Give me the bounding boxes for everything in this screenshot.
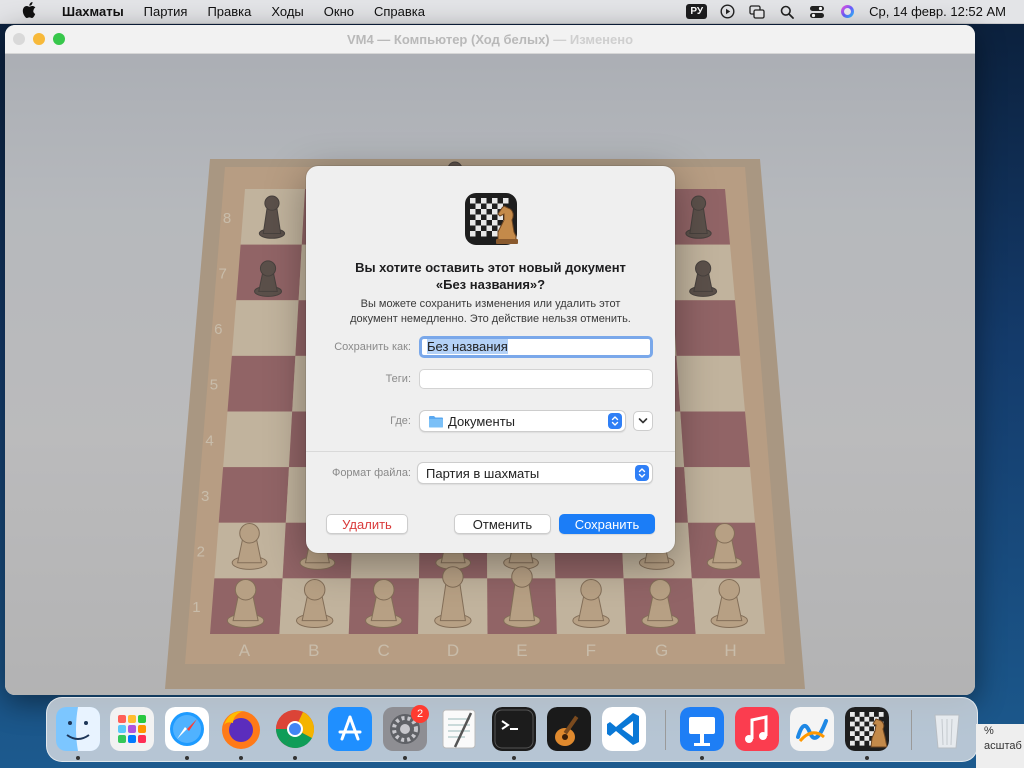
terminal-running-dot bbox=[512, 756, 516, 760]
menu-help[interactable]: Справка bbox=[364, 0, 435, 24]
tags-field[interactable] bbox=[419, 369, 653, 389]
dialog-title-line-2: «Без названия»? bbox=[435, 277, 546, 292]
expand-dialog-button[interactable] bbox=[633, 411, 653, 431]
keynote-icon[interactable] bbox=[680, 707, 724, 751]
dock: 2 bbox=[46, 697, 978, 762]
music-icon[interactable] bbox=[735, 707, 779, 751]
chrome-icon[interactable] bbox=[273, 707, 317, 751]
textedit-icon[interactable] bbox=[437, 707, 481, 751]
dock-separator bbox=[665, 710, 666, 750]
peek-line-2: асштаб bbox=[984, 740, 1022, 752]
menubar-clock[interactable]: Ср, 14 февр. 12:52 AM bbox=[869, 4, 1006, 19]
safari-running-dot bbox=[185, 756, 189, 760]
file-format-popup[interactable]: Партия в шахматы bbox=[417, 462, 653, 484]
window-title-edited: — Изменено bbox=[549, 31, 634, 47]
zoom-window-button[interactable] bbox=[53, 33, 65, 45]
where-popup[interactable]: Документы bbox=[419, 410, 626, 432]
menu-game[interactable]: Партия bbox=[134, 0, 198, 24]
firefox-running-dot bbox=[239, 756, 243, 760]
garageband-icon[interactable] bbox=[547, 707, 591, 751]
freeform-icon[interactable] bbox=[790, 707, 834, 751]
finder-icon[interactable] bbox=[56, 707, 100, 751]
input-source-indicator[interactable]: РУ bbox=[686, 4, 708, 19]
save-as-label: Сохранить как: bbox=[334, 341, 411, 353]
window-title: VM4 — Компьютер (Ход белых) — Изменено bbox=[347, 32, 633, 47]
screen-recording-icon[interactable] bbox=[719, 4, 735, 20]
keynote-running-dot bbox=[700, 756, 704, 760]
delete-button[interactable]: Удалить bbox=[326, 514, 408, 534]
firefox-icon[interactable] bbox=[219, 707, 263, 751]
menu-edit[interactable]: Правка bbox=[197, 0, 261, 24]
screen-mirroring-icon[interactable] bbox=[749, 4, 765, 20]
settings-running-dot bbox=[403, 756, 407, 760]
launchpad-icon[interactable] bbox=[110, 707, 154, 751]
file-format-label: Формат файла: bbox=[331, 467, 411, 479]
dialog-title-line-1: Вы хотите оставить этот новый документ bbox=[355, 260, 626, 275]
dialog-separator bbox=[306, 451, 675, 452]
apple-menu-icon[interactable] bbox=[18, 1, 40, 22]
dialog-message-line-2: документ немедленно. Это действие нельзя… bbox=[350, 313, 631, 325]
tags-label: Теги: bbox=[385, 373, 411, 385]
vscode-icon[interactable] bbox=[602, 707, 646, 751]
notification-badge: 2 bbox=[411, 705, 429, 723]
where-value: Документы bbox=[448, 413, 516, 429]
chevron-down-icon bbox=[638, 418, 648, 424]
siri-icon[interactable] bbox=[839, 4, 855, 20]
chess-running-dot bbox=[865, 756, 869, 760]
safari-icon[interactable] bbox=[165, 707, 209, 751]
window-title-text: VM4 — Компьютер (Ход белых) bbox=[346, 31, 550, 47]
where-label: Где: bbox=[390, 415, 411, 427]
spotlight-search-icon[interactable] bbox=[779, 4, 795, 20]
popup-chevron-icon bbox=[608, 413, 622, 429]
app-store-icon[interactable] bbox=[328, 707, 372, 751]
minimize-window-button[interactable] bbox=[33, 33, 45, 45]
menu-moves[interactable]: Ходы bbox=[261, 0, 313, 24]
dialog-message: Вы можете сохранить изменения или удалит… bbox=[326, 297, 655, 327]
trash-icon[interactable] bbox=[925, 707, 969, 751]
folder-icon bbox=[429, 415, 443, 427]
chess-app-icon bbox=[464, 192, 518, 246]
save-as-value[interactable]: Без названия bbox=[427, 339, 508, 354]
close-window-button[interactable] bbox=[13, 33, 25, 45]
system-settings-icon[interactable]: 2 bbox=[383, 705, 429, 751]
peek-line-1: % bbox=[984, 725, 994, 737]
popup-chevron-icon bbox=[635, 465, 649, 481]
save-dialog: Вы хотите оставить этот новый документ «… bbox=[306, 166, 675, 553]
dialog-message-line-1: Вы можете сохранить изменения или удалит… bbox=[360, 298, 621, 310]
cancel-button[interactable]: Отменить bbox=[454, 514, 551, 534]
chrome-running-dot bbox=[293, 756, 297, 760]
menu-window[interactable]: Окно bbox=[314, 0, 364, 24]
chess-icon[interactable] bbox=[845, 707, 889, 751]
terminal-icon[interactable] bbox=[492, 707, 536, 751]
save-as-field[interactable]: Без названия bbox=[419, 336, 653, 358]
file-format-value: Партия в шахматы bbox=[426, 465, 540, 481]
dialog-title: Вы хотите оставить этот новый документ «… bbox=[326, 259, 655, 293]
finder-running-dot bbox=[76, 756, 80, 760]
menu-app-chess[interactable]: Шахматы bbox=[52, 0, 134, 24]
save-button[interactable]: Сохранить bbox=[559, 514, 655, 534]
dock-separator bbox=[911, 710, 912, 750]
control-center-icon[interactable] bbox=[809, 4, 825, 20]
window-titlebar[interactable]: VM4 — Компьютер (Ход белых) — Изменено bbox=[5, 25, 975, 54]
background-window-peek: % асштаб bbox=[976, 724, 1024, 768]
menu-bar: Шахматы Партия Правка Ходы Окно Справка … bbox=[0, 0, 1024, 24]
